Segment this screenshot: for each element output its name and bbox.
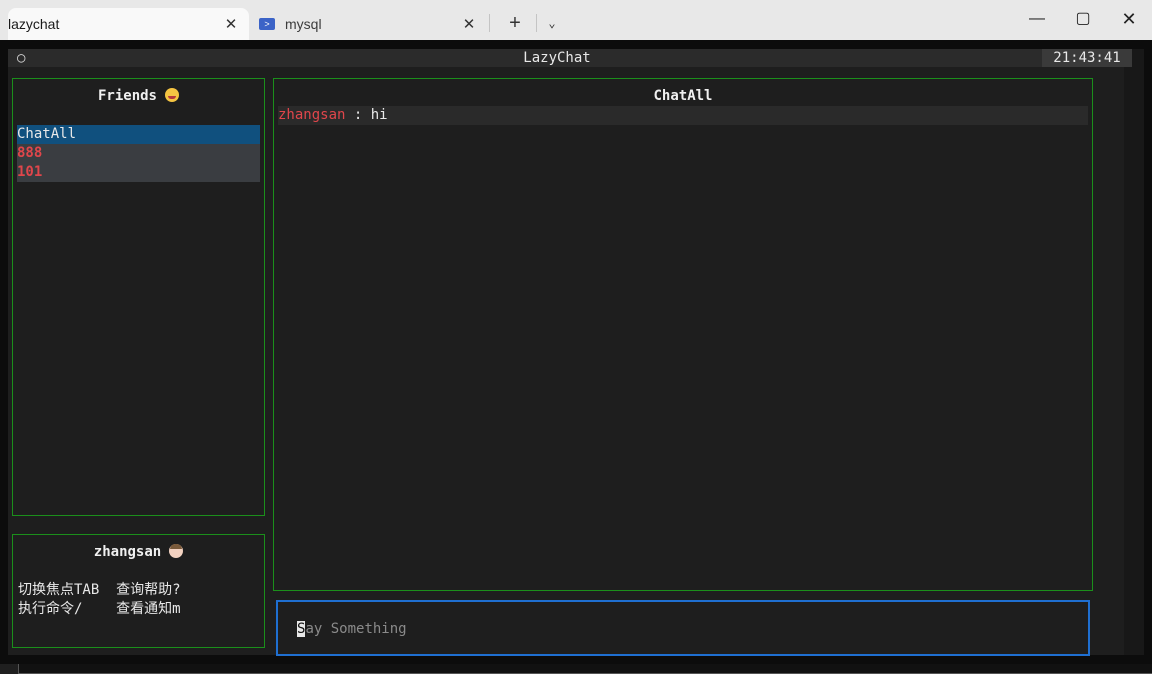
friend-item-888[interactable]: 888	[17, 144, 260, 163]
friend-list: ChatAll 888 101	[17, 125, 260, 182]
friends-panel: Friends ChatAll 888 101	[12, 78, 265, 516]
username: zhangsan	[93, 544, 162, 560]
shortcut-line: 执行命令/ 查看通知m	[18, 601, 181, 617]
friend-item-101[interactable]: 101	[17, 163, 260, 182]
tab-lazychat[interactable]: lazychat ✕	[8, 8, 1152, 674]
tab-mysql[interactable]: > mysql ✕	[249, 8, 487, 40]
terminal-scrollbar[interactable]	[1124, 49, 1144, 655]
message-text: hi	[370, 107, 388, 123]
profile-panel: zhangsan 切换焦点TAB 查询帮助? 执行命令/ 查看通知m	[12, 534, 265, 648]
clock: 21:43:41	[1042, 49, 1132, 67]
tab-divider	[536, 14, 537, 32]
message-author: zhangsan	[278, 107, 346, 123]
new-tab-button[interactable]: +	[504, 12, 526, 34]
message-separator: :	[345, 107, 371, 123]
shortcut-help: 切换焦点TAB 查询帮助? 执行命令/ 查看通知m	[18, 581, 181, 619]
chevron-down-icon[interactable]: ⌄	[542, 12, 562, 34]
app-header: ○ LazyChat 21:43:41	[8, 49, 1132, 67]
tab-divider	[489, 14, 490, 32]
message-input[interactable]: Say Something	[276, 600, 1090, 656]
minimize-button[interactable]: —	[1014, 6, 1060, 32]
close-window-button[interactable]: ✕	[1106, 6, 1152, 32]
profile-title: zhangsan	[13, 544, 264, 560]
friends-title: Friends	[13, 88, 264, 104]
message-input-placeholder: Say Something	[297, 620, 407, 638]
person-icon	[169, 544, 184, 558]
tab-label: lazychat	[8, 16, 60, 32]
chat-panel: ChatAll zhangsan : hi	[273, 78, 1093, 591]
app-title: LazyChat	[523, 50, 591, 66]
message-row: zhangsan : hi	[278, 106, 1088, 125]
tab-label: mysql	[285, 16, 322, 32]
close-tab-icon[interactable]: ✕	[219, 15, 243, 33]
tab-strip: lazychat ✕ > mysql ✕ + ⌄ — ▢ ✕	[0, 0, 1152, 674]
close-tab-icon[interactable]: ✕	[457, 15, 481, 33]
chat-title: ChatAll	[653, 88, 713, 104]
friends-title-label: Friends	[97, 88, 157, 104]
grinning-face-icon	[165, 88, 179, 102]
maximize-button[interactable]: ▢	[1060, 6, 1106, 32]
shortcut-line: 切换焦点TAB 查询帮助?	[18, 582, 181, 598]
placeholder-text: ay Something	[305, 621, 407, 637]
friend-item-chatall[interactable]: ChatAll	[17, 125, 260, 144]
powershell-icon: >	[259, 18, 275, 30]
